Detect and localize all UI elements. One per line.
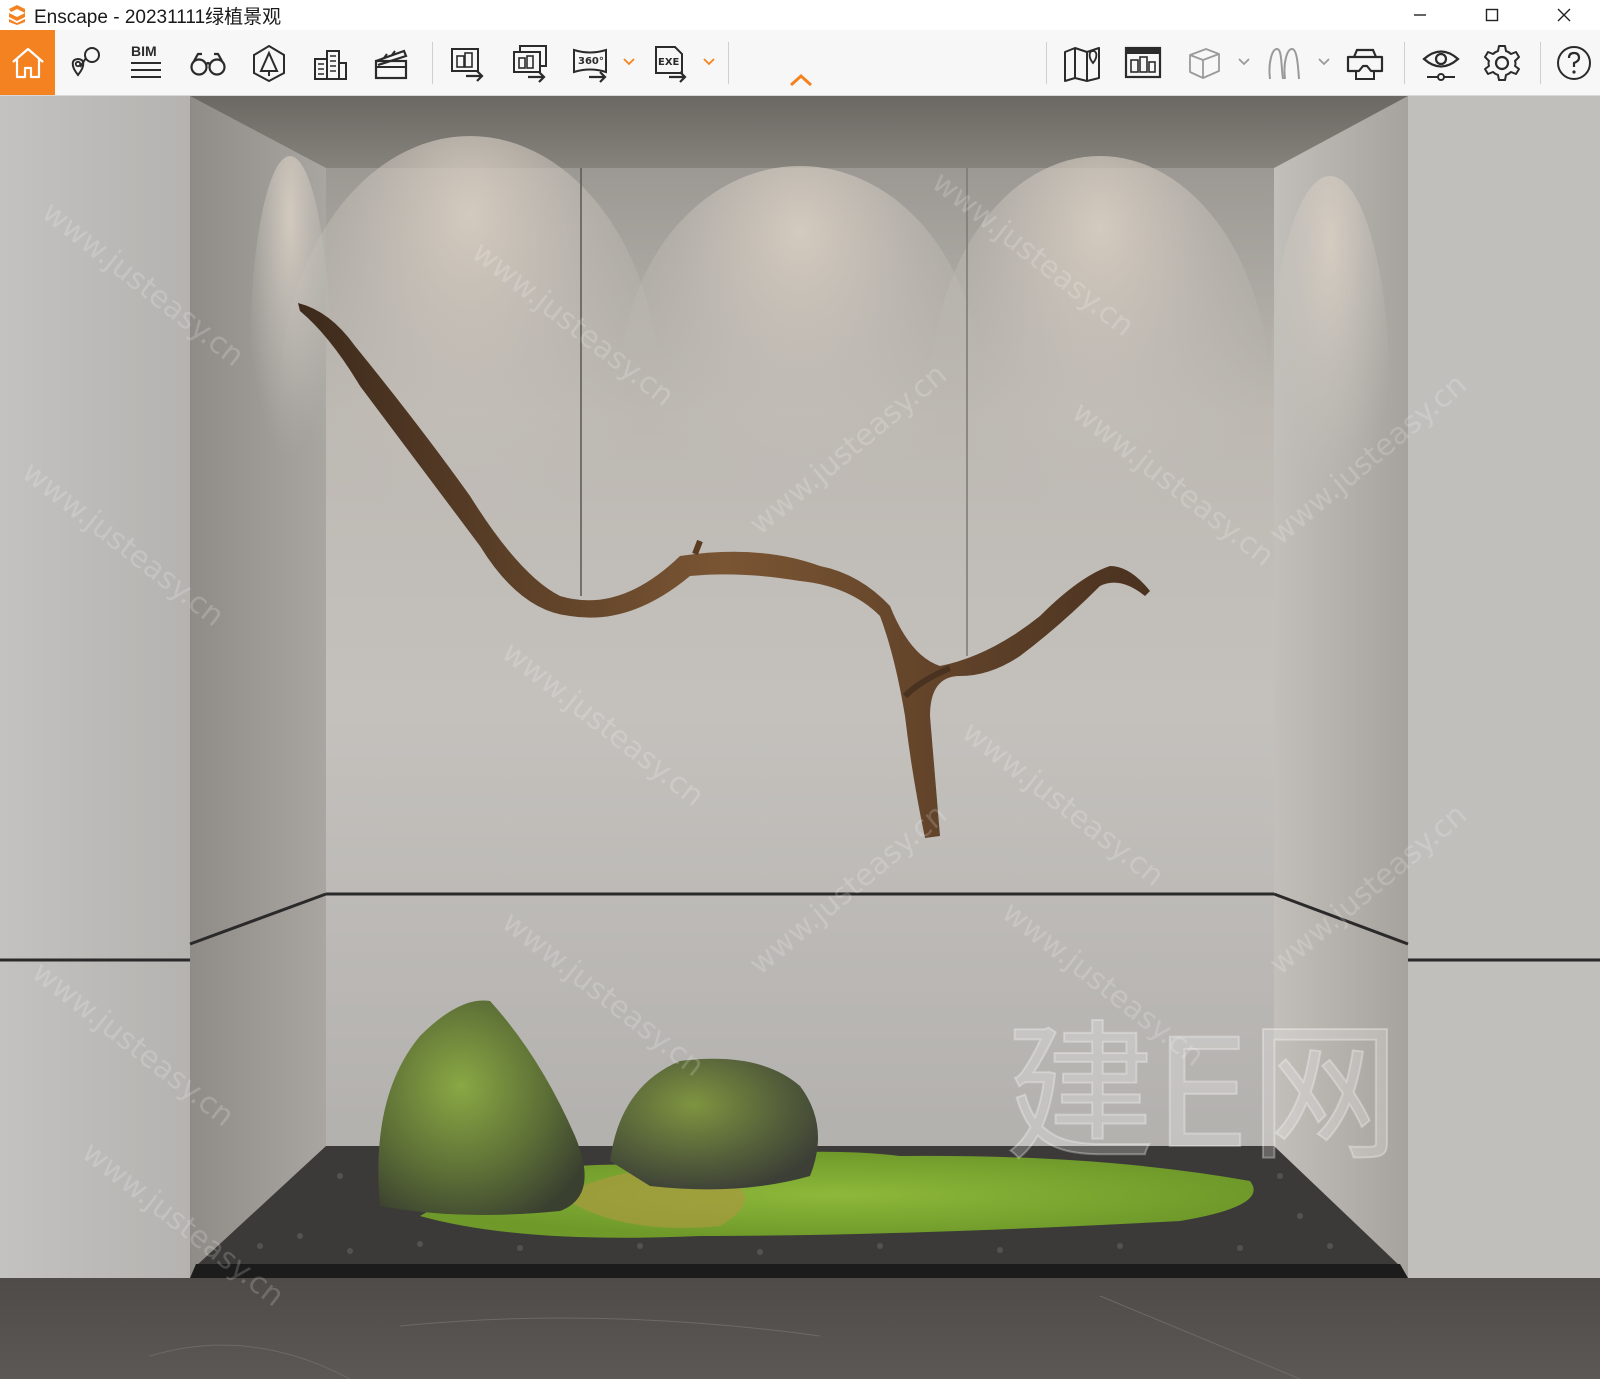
help-icon (1557, 45, 1591, 80)
toolbar-separator (728, 42, 729, 84)
asset-library-button[interactable] (241, 30, 297, 95)
chevron-up-icon[interactable] (788, 72, 814, 88)
chevron-down-icon (623, 58, 635, 66)
bim-button[interactable]: BIM (118, 30, 174, 95)
cube-view-button[interactable] (1176, 30, 1232, 95)
batch-render-button[interactable] (502, 30, 558, 95)
panorama-dropdown[interactable] (621, 52, 637, 72)
batch-render-icon (513, 44, 547, 83)
enscape-logo-icon (9, 5, 25, 25)
rendered-scene-image: www.justeasy.cn www.justeasy.cn www.just… (0, 96, 1600, 1379)
window-title: Enscape - 20231111绿植景观 (34, 6, 282, 28)
chevron-down-icon (1238, 58, 1250, 66)
views-button[interactable] (58, 30, 114, 95)
window-controls (1384, 0, 1600, 30)
walk-mode-icon (1268, 47, 1300, 79)
buildings-button[interactable] (302, 30, 358, 95)
clapperboard-icon (374, 49, 408, 79)
minimize-icon (1414, 14, 1426, 16)
panorama-360-icon: 360° (573, 48, 607, 83)
watermark-logo: 建E网 (1005, 1008, 1400, 1182)
walk-mode-dropdown[interactable] (1316, 52, 1332, 72)
upload-button[interactable] (1115, 30, 1171, 95)
maximize-icon (1485, 8, 1499, 22)
visual-settings-icon (1422, 49, 1460, 81)
screenshot-export-button[interactable] (440, 30, 496, 95)
walk-binoculars-button[interactable] (180, 30, 236, 95)
bim-label: BIM (131, 43, 157, 59)
vr-headset-button[interactable] (1337, 30, 1393, 95)
exe-export-button[interactable]: EXE (643, 30, 699, 95)
exe-dropdown[interactable] (701, 52, 717, 72)
home-icon (11, 47, 44, 78)
panorama-export-button[interactable]: 360° (563, 30, 619, 95)
chevron-down-icon (1318, 58, 1330, 66)
toolbar-separator (1540, 42, 1541, 84)
map-icon (1064, 46, 1100, 82)
cube-view-icon (1189, 47, 1220, 79)
screenshot-export-icon (451, 47, 484, 82)
exe-export-icon: EXE (655, 45, 687, 83)
bim-icon: BIM (131, 43, 161, 78)
cube-view-dropdown[interactable] (1236, 52, 1252, 72)
binoculars-icon (190, 52, 226, 76)
window-titlebar[interactable]: Enscape - 20231111绿植景观 (0, 0, 1600, 30)
settings-button[interactable] (1474, 30, 1530, 95)
toolbar-separator (432, 42, 433, 84)
chevron-down-icon (703, 58, 715, 66)
video-editor-button[interactable] (363, 30, 419, 95)
minimize-button[interactable] (1384, 0, 1456, 30)
asset-library-icon (253, 44, 285, 82)
toolbar-separator (1046, 42, 1047, 84)
visual-settings-button[interactable] (1413, 30, 1469, 95)
exe-label: EXE (658, 57, 680, 68)
close-button[interactable] (1528, 0, 1600, 30)
vr-headset-icon (1346, 48, 1384, 80)
buildings-icon (314, 49, 347, 80)
render-viewport[interactable]: www.justeasy.cn www.justeasy.cn www.just… (0, 96, 1600, 1379)
help-button[interactable] (1548, 30, 1600, 95)
walk-mode-button[interactable] (1256, 30, 1312, 95)
settings-gear-icon (1484, 44, 1520, 81)
close-icon (1557, 8, 1571, 22)
toolbar-separator (1404, 42, 1405, 84)
pin-view-icon (71, 46, 100, 77)
map-button[interactable] (1054, 30, 1110, 95)
upload-icon (1124, 46, 1162, 78)
home-button[interactable] (0, 30, 55, 95)
enscape-toolbar: BIM 360° EXE (0, 30, 1600, 96)
panorama-label: 360° (578, 56, 604, 67)
maximize-button[interactable] (1456, 0, 1528, 30)
